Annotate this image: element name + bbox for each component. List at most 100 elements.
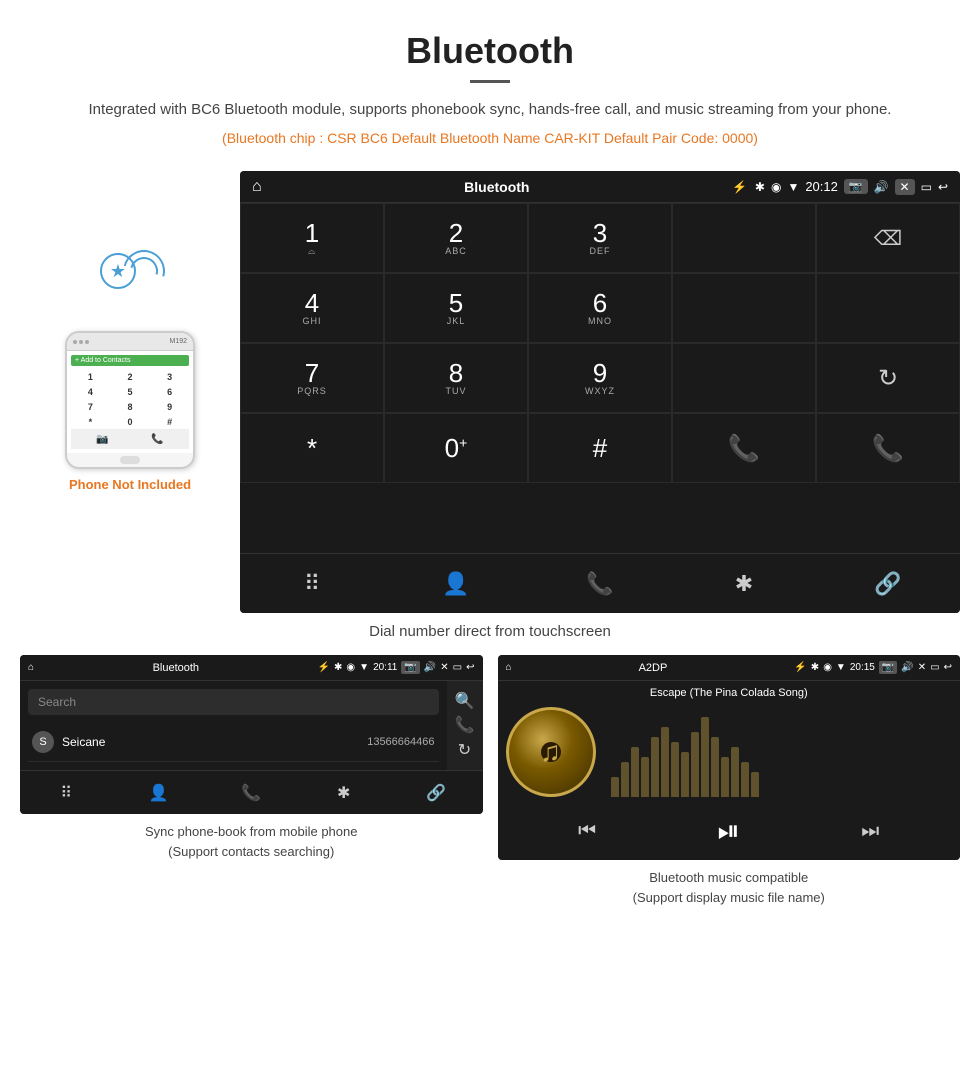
contacts-icon: 👤 xyxy=(442,571,469,597)
nav-recents-btn[interactable]: 📞 xyxy=(528,554,672,613)
phone-dialpad: 1 2 3 4 5 6 7 8 9 * 0 # xyxy=(71,370,189,429)
pb-home-icon[interactable]: ⌂ xyxy=(28,662,34,673)
window-icon[interactable]: ▭ xyxy=(921,180,932,194)
nav-contacts-btn[interactable]: 👤 xyxy=(384,554,528,613)
dial-num-8: 8 xyxy=(449,360,463,386)
ms-x-icon[interactable]: ✕ xyxy=(918,662,926,673)
close-icon[interactable]: ✕ xyxy=(895,179,915,195)
phone-bottom-icons: 📷 📞 xyxy=(71,429,189,449)
dot-3 xyxy=(85,340,89,344)
song-title: Escape (The Pina Colada Song) xyxy=(506,687,953,699)
pb-win-icon[interactable]: ▭ xyxy=(453,662,462,673)
music-content: Escape (The Pina Colada Song) ♫ xyxy=(498,681,961,803)
end-call-button[interactable]: 📞 xyxy=(816,413,960,483)
recents-icon: 📞 xyxy=(586,571,613,597)
dial-key-9[interactable]: 9 WXYZ xyxy=(528,343,672,413)
refresh-side-icon[interactable]: ↻ xyxy=(458,740,471,760)
call-side-icon[interactable]: 📞 xyxy=(455,715,475,735)
phonebook-content: Search S Seicane 13566664466 🔍 📞 ↻ xyxy=(20,681,483,770)
phone-key-4: 4 xyxy=(71,385,110,399)
bluetooth-waves: ★ xyxy=(90,231,170,311)
phonebook-bottom-nav: ⠿ 👤 📞 ✱ 🔗 xyxy=(20,770,483,814)
pb-nav-link[interactable]: 🔗 xyxy=(390,771,483,814)
dial-key-4[interactable]: 4 GHI xyxy=(240,273,384,343)
dial-key-star[interactable]: * xyxy=(240,413,384,483)
dial-letters-6: MNO xyxy=(588,316,612,326)
dial-refresh-btn[interactable]: ↻ xyxy=(816,343,960,413)
phone-key-5: 5 xyxy=(111,385,150,399)
phone-camera-icon: 📷 xyxy=(96,434,108,445)
pb-loc-icon: ◉ xyxy=(346,662,355,673)
pb-back-icon[interactable]: ↩ xyxy=(466,662,474,673)
dial-key-2[interactable]: 2 ABC xyxy=(384,203,528,273)
pb-nav-bluetooth[interactable]: ✱ xyxy=(298,771,391,814)
volume-icon[interactable]: 🔊 xyxy=(874,180,889,194)
music-controls: ⏮ ⏯ ⏭ xyxy=(498,803,961,860)
phone-top-bar: M192 xyxy=(67,333,193,351)
camera-btn[interactable]: 📷 xyxy=(844,179,868,194)
home-icon[interactable]: ⌂ xyxy=(252,178,262,196)
header-specs: (Bluetooth chip : CSR BC6 Default Blueto… xyxy=(80,130,900,146)
dial-key-7[interactable]: 7 PQRS xyxy=(240,343,384,413)
dial-key-1[interactable]: 1 ⌓ xyxy=(240,203,384,273)
ms-cam-icon[interactable]: 📷 xyxy=(879,661,897,674)
wave-2 xyxy=(115,242,172,299)
viz-bar xyxy=(741,762,749,797)
contact-initial: S xyxy=(32,731,54,753)
dial-letters-8: TUV xyxy=(446,386,467,396)
phone-key-star: * xyxy=(71,415,110,429)
nav-link-btn[interactable]: 🔗 xyxy=(816,554,960,613)
dial-num-0: 0+ xyxy=(445,435,468,461)
dial-key-5[interactable]: 5 JKL xyxy=(384,273,528,343)
phone-key-3: 3 xyxy=(150,370,189,384)
header-section: Bluetooth Integrated with BC6 Bluetooth … xyxy=(0,0,980,161)
search-bar[interactable]: Search xyxy=(28,689,439,715)
dial-num-4: 4 xyxy=(305,290,319,316)
dial-key-0[interactable]: 0+ xyxy=(384,413,528,483)
viz-bar xyxy=(681,752,689,797)
ms-back-icon[interactable]: ↩ xyxy=(944,662,952,673)
dial-cell-empty-3 xyxy=(816,273,960,343)
ms-vol-icon[interactable]: 🔊 xyxy=(901,662,913,673)
dial-key-3[interactable]: 3 DEF xyxy=(528,203,672,273)
play-pause-btn[interactable]: ⏯ xyxy=(718,815,740,848)
viz-bar xyxy=(631,747,639,797)
dial-key-6[interactable]: 6 MNO xyxy=(528,273,672,343)
viz-bar xyxy=(731,747,739,797)
dial-key-hash[interactable]: # xyxy=(528,413,672,483)
phone-signal: M192 xyxy=(169,338,187,345)
contact-row[interactable]: S Seicane 13566664466 xyxy=(28,723,439,762)
back-icon[interactable]: ↩ xyxy=(938,180,948,194)
phonebook-caption: Sync phone-book from mobile phone(Suppor… xyxy=(20,814,483,865)
usb-icon: ⚡ xyxy=(732,180,747,194)
pb-bt-icon: ✱ xyxy=(334,662,342,673)
pb-x-icon[interactable]: ✕ xyxy=(440,662,448,673)
nav-bluetooth-btn[interactable]: ✱ xyxy=(672,554,816,613)
dial-letters-9: WXYZ xyxy=(585,386,615,396)
pb-nav-recents[interactable]: 📞 xyxy=(205,771,298,814)
search-side-icon[interactable]: 🔍 xyxy=(455,691,475,711)
dot-2 xyxy=(79,340,83,344)
viz-bar xyxy=(621,762,629,797)
ms-win-icon[interactable]: ▭ xyxy=(930,662,939,673)
pb-nav-contacts[interactable]: 👤 xyxy=(113,771,206,814)
phonebook-right-icons: 🔍 📞 ↻ xyxy=(447,681,483,770)
pb-vol-icon[interactable]: 🔊 xyxy=(424,662,436,673)
phone-dots xyxy=(73,340,89,344)
phone-call-icon: 📞 xyxy=(151,434,163,445)
nav-dialpad-btn[interactable]: ⠿ xyxy=(240,554,384,613)
prev-track-btn[interactable]: ⏮ xyxy=(578,820,596,843)
dial-backspace-btn[interactable]: ⌫ xyxy=(816,203,960,273)
contact-name: Seicane xyxy=(62,735,367,749)
next-track-btn[interactable]: ⏭ xyxy=(861,820,879,843)
call-button[interactable]: 📞 xyxy=(672,413,816,483)
status-right-icons: ✱ ◉ ▼ 20:12 📷 🔊 ✕ ▭ ↩ xyxy=(755,179,948,195)
dot-1 xyxy=(73,340,77,344)
pb-cam-icon[interactable]: 📷 xyxy=(401,661,419,674)
pb-nav-dialpad[interactable]: ⠿ xyxy=(20,771,113,814)
phone-key-7: 7 xyxy=(71,400,110,414)
ms-loc-icon: ◉ xyxy=(823,662,832,673)
pb-title: Bluetooth xyxy=(38,662,314,674)
dial-key-8[interactable]: 8 TUV xyxy=(384,343,528,413)
ms-home-icon[interactable]: ⌂ xyxy=(506,662,512,673)
